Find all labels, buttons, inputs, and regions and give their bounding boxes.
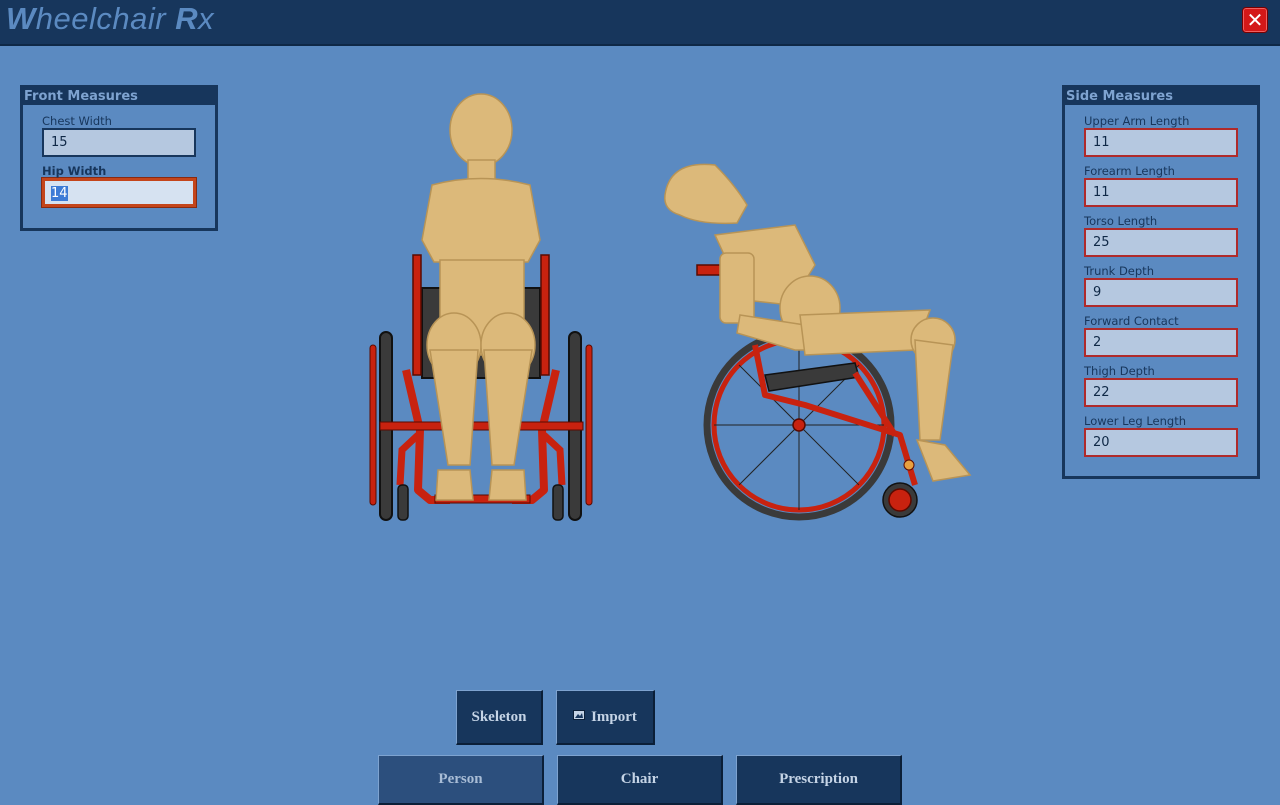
trunk-depth-field: Trunk Depth 9 [1084, 264, 1238, 307]
import-button[interactable]: Import [556, 690, 655, 745]
skeleton-button[interactable]: Skeleton [456, 690, 543, 745]
upper-arm-length-label: Upper Arm Length [1084, 114, 1190, 128]
front-measures-title: Front Measures [23, 88, 215, 105]
hip-width-value: 14 [51, 186, 68, 201]
thigh-depth-field: Thigh Depth 22 [1084, 364, 1238, 407]
hip-width-input[interactable]: 14 [42, 178, 196, 207]
torso-length-input[interactable]: 25 [1084, 228, 1238, 257]
title-bar: Wheelchair Rx ✕ [0, 0, 1280, 46]
thigh-depth-input[interactable]: 22 [1084, 378, 1238, 407]
upper-arm-length-input[interactable]: 11 [1084, 128, 1238, 157]
front-measures-panel: Front Measures Chest Width 15 Hip Width … [20, 85, 218, 231]
hip-width-label: Hip Width [42, 164, 107, 178]
image-icon [573, 710, 586, 720]
chest-width-input[interactable]: 15 [42, 128, 196, 157]
lower-leg-length-input[interactable]: 20 [1084, 428, 1238, 457]
chest-width-field: Chest Width 15 [42, 114, 196, 157]
side-measures-title: Side Measures [1065, 88, 1257, 105]
import-button-label: Import [591, 708, 637, 725]
forward-contact-label: Forward Contact [1084, 314, 1179, 328]
app-title: Wheelchair Rx [6, 1, 215, 36]
tab-prescription-label: Prescription [779, 771, 858, 787]
tab-prescription[interactable]: Prescription [736, 755, 902, 805]
trunk-depth-input[interactable]: 9 [1084, 278, 1238, 307]
forward-contact-input[interactable]: 2 [1084, 328, 1238, 357]
thigh-depth-label: Thigh Depth [1084, 364, 1155, 378]
side-measures-panel: Side Measures Upper Arm Length 11 Forear… [1062, 85, 1260, 479]
hip-width-field: Hip Width 14 [42, 164, 196, 207]
tab-chair[interactable]: Chair [557, 755, 723, 805]
chest-width-label: Chest Width [42, 114, 112, 128]
person-front [421, 93, 541, 501]
front-view-figure [369, 93, 593, 521]
tab-person-label: Person [438, 771, 483, 787]
close-icon: ✕ [1246, 8, 1264, 32]
upper-arm-length-field: Upper Arm Length 11 [1084, 114, 1238, 157]
skeleton-button-label: Skeleton [471, 708, 527, 725]
forearm-length-field: Forearm Length 11 [1084, 164, 1238, 207]
forward-contact-field: Forward Contact 2 [1084, 314, 1238, 357]
forearm-length-label: Forearm Length [1084, 164, 1175, 178]
lower-leg-length-field: Lower Leg Length 20 [1084, 414, 1238, 457]
torso-length-field: Torso Length 25 [1084, 214, 1238, 257]
tab-person[interactable]: Person [378, 755, 544, 805]
side-view-figure [664, 163, 972, 521]
torso-length-label: Torso Length [1084, 214, 1158, 228]
lower-leg-length-label: Lower Leg Length [1084, 414, 1187, 428]
tab-chair-label: Chair [620, 771, 659, 787]
trunk-depth-label: Trunk Depth [1084, 264, 1154, 278]
close-button[interactable]: ✕ [1242, 7, 1268, 33]
forearm-length-input[interactable]: 11 [1084, 178, 1238, 207]
